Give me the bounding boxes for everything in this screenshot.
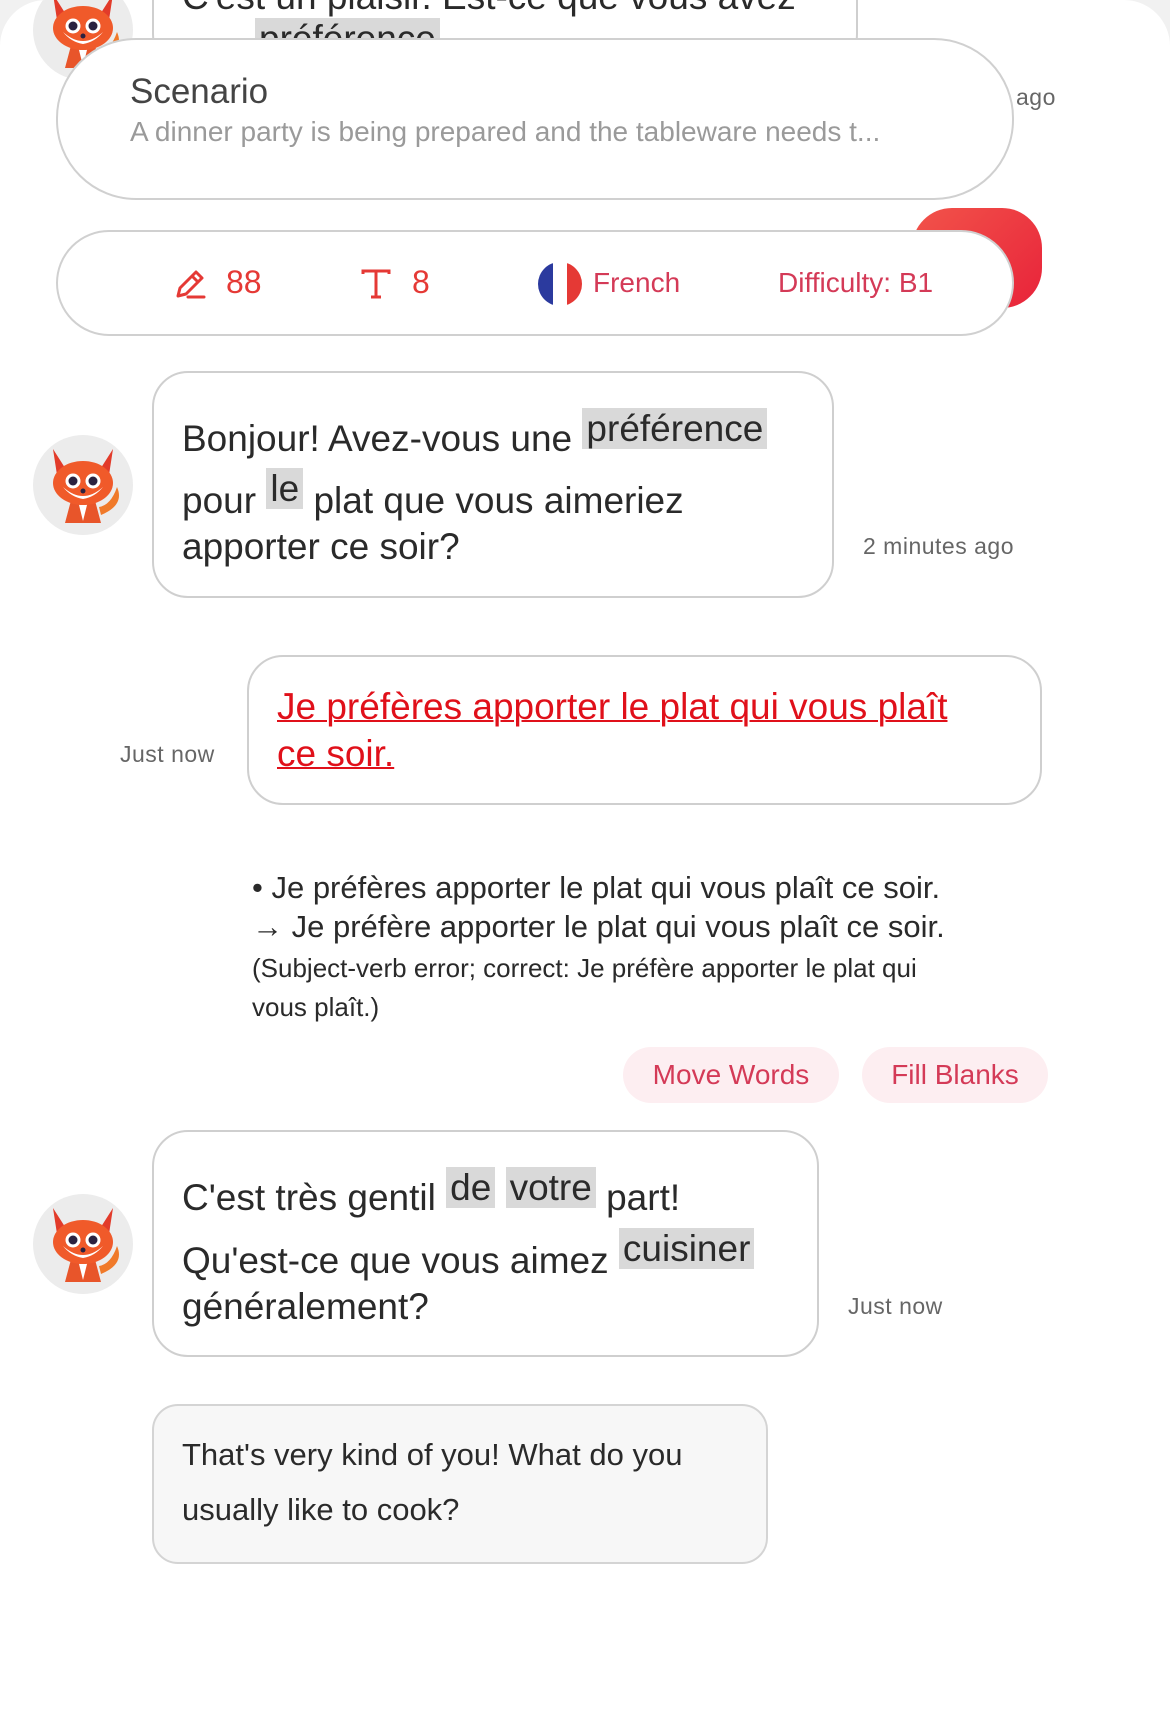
user-message-line: Je préfères apporter le plat qui vous pl… <box>277 686 948 727</box>
highlighted-word[interactable]: cuisiner <box>618 1228 755 1269</box>
chat-sheet: C'est un plaisir. Est-ce que vous avez p… <box>0 0 1170 1714</box>
highlighted-word[interactable]: le <box>266 468 304 509</box>
highlighted-word[interactable]: de <box>446 1167 496 1208</box>
language-label: French <box>593 267 681 298</box>
message-timestamp: Just now <box>120 741 215 767</box>
user-message-line: ce soir. <box>277 733 395 774</box>
highlighted-word[interactable]: préférence <box>582 408 768 449</box>
previous-message-line: C'est un plaisir. Est-ce que vous avez <box>182 0 796 18</box>
text-count: 8 <box>412 264 430 300</box>
fox-icon <box>53 1208 119 1282</box>
user-message-bubble[interactable] <box>247 655 1042 805</box>
message-text-line: Qu'est-ce que vous aimez cuisiner <box>182 1228 755 1282</box>
difficulty-label: Difficulty: B1 <box>778 267 934 298</box>
message-text-line: C'est très gentil de votre part! <box>182 1167 681 1218</box>
edits-count: 88 <box>226 264 262 300</box>
scenario-title: Scenario <box>130 72 269 111</box>
fill-blanks-button[interactable]: Fill Blanks <box>862 1047 1048 1103</box>
tutor-avatar <box>33 1194 133 1294</box>
correction-fixed: → Je préfère apporter le plat qui vous p… <box>252 909 945 944</box>
message-text-line: généralement? <box>182 1286 429 1327</box>
previous-message-timestamp: ago <box>1016 84 1056 110</box>
pencil-icon <box>176 270 206 299</box>
translation-line: usually like to cook? <box>182 1492 460 1527</box>
message-text-line: pour le plat que vous aimeriez <box>182 468 684 521</box>
fox-icon <box>53 449 119 523</box>
message-text-line: Bonjour! Avez-vous une préférence <box>182 408 768 460</box>
correction-original: • Je préfères apporter le plat qui vous … <box>252 870 941 905</box>
translation-line: That's very kind of you! What do you <box>182 1437 683 1472</box>
translation-bubble <box>152 1404 768 1564</box>
scenario-subtitle: A dinner party is being prepared and the… <box>130 116 881 147</box>
highlighted-word[interactable]: votre <box>505 1167 596 1208</box>
text-icon <box>361 269 391 299</box>
correction-note: (Subject-verb error; correct: Je préfère… <box>252 953 917 983</box>
message-text-line: apporter ce soir? <box>182 526 460 567</box>
message-timestamp: Just now <box>848 1293 943 1319</box>
tutor-avatar <box>33 435 133 535</box>
france-flag-icon <box>538 262 582 306</box>
move-words-button[interactable]: Move Words <box>623 1047 839 1103</box>
message-timestamp: 2 minutes ago <box>863 533 1014 559</box>
correction-note: vous plaît.) <box>252 992 380 1022</box>
